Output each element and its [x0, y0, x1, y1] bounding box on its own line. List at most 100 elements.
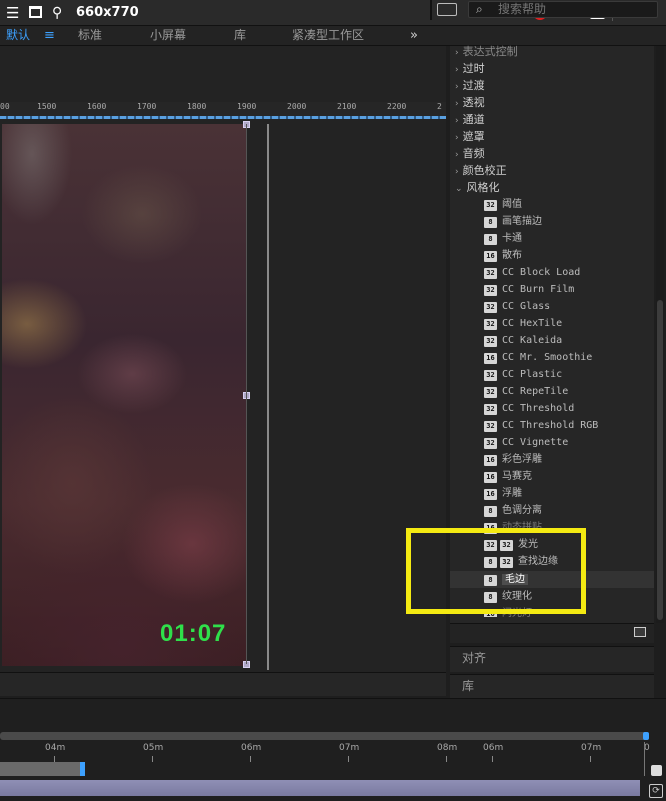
zoom-slider-icon[interactable]	[651, 765, 662, 776]
bit-depth-badge-icon: 16	[484, 251, 497, 262]
chevron-right-icon: ›	[455, 116, 459, 126]
bit-depth-badge-icon: 32	[484, 200, 497, 211]
workspace-bar: 默认 ≡ 标准 小屏幕 库 紧凑型工作区 »	[0, 26, 666, 46]
effect-item[interactable]: 32 CC Glass	[484, 298, 550, 315]
composition-footer	[0, 672, 446, 696]
navigator-end-handle[interactable]	[643, 732, 649, 740]
chevron-right-icon: ›	[455, 65, 459, 75]
effect-item[interactable]: 16 浮雕	[484, 485, 522, 502]
bit-depth-badge-icon: 32	[484, 387, 497, 398]
bit-depth-badge-icon: 32	[484, 370, 497, 381]
bit-depth-badge-icon: 32	[484, 302, 497, 313]
ruler-tick: 1800	[187, 102, 207, 111]
effect-item[interactable]: 32 CC Threshold	[484, 400, 574, 417]
guide-line[interactable]	[267, 124, 269, 670]
bit-depth-badge-icon: 16	[484, 472, 497, 483]
category-transition[interactable]: › 过渡	[455, 77, 485, 94]
time-ruler-label: 08m	[437, 743, 458, 753]
effect-item[interactable]: 32 CC Vignette	[484, 434, 568, 451]
ruler-tick: 1600	[87, 102, 107, 111]
ruler-tick: 2200	[387, 102, 407, 111]
search-icon[interactable]: ⚲	[52, 0, 62, 26]
time-ruler-label: 06m	[241, 743, 262, 753]
effect-item[interactable]: 32 CC Threshold RGB	[484, 417, 598, 434]
layer-duration-bar[interactable]	[0, 780, 640, 796]
search-icon: ⌕	[476, 2, 483, 16]
tab-library[interactable]: 库	[234, 26, 246, 45]
toolbar-divider	[430, 0, 432, 20]
library-panel-header[interactable]	[450, 674, 654, 698]
menu-icon[interactable]: ☰	[6, 0, 19, 26]
tab-compact-workspace[interactable]: 紧凑型工作区	[292, 26, 364, 45]
time-ruler-tick	[492, 756, 493, 762]
chevron-right-icon: ›	[455, 48, 459, 58]
time-ruler-tick	[152, 756, 153, 762]
ruler-tick: 1900	[237, 102, 257, 111]
work-area-end-handle[interactable]	[80, 762, 85, 776]
ruler-tick: 2100	[337, 102, 357, 111]
work-area-bar[interactable]	[0, 762, 84, 776]
effect-item[interactable]: 8 卡通	[484, 230, 522, 247]
effect-item[interactable]: 32 CC HexTile	[484, 315, 562, 332]
category-stylize[interactable]: ⌄ 风格化	[455, 179, 500, 196]
effect-item[interactable]: 8 色调分离	[484, 502, 542, 519]
workspace-menu-icon[interactable]: ≡	[44, 26, 55, 45]
tab-standard[interactable]: 标准	[78, 26, 102, 45]
effect-item[interactable]: 32 CC Block Load	[484, 264, 580, 281]
ruler-tick: 1500	[37, 102, 57, 111]
playhead-line[interactable]	[644, 742, 645, 776]
effect-item[interactable]: 16 CC Mr. Smoothie	[484, 349, 592, 366]
time-ruler-label: 04m	[45, 743, 66, 753]
bit-depth-badge-icon: 32	[484, 421, 497, 432]
category-matte[interactable]: › 遮罩	[455, 128, 485, 145]
category-obsolete[interactable]: › 过时	[455, 60, 485, 77]
chevron-right-icon: ›	[455, 99, 459, 109]
category-audio[interactable]: › 音频	[455, 145, 485, 162]
bit-depth-badge-icon: 16	[484, 353, 497, 364]
ruler-tick: 2	[437, 102, 442, 111]
annotation-highlight	[406, 528, 586, 614]
effect-item[interactable]: 32 CC Kaleida	[484, 332, 562, 349]
library-panel-title: 库	[462, 679, 475, 693]
window-icon[interactable]	[29, 6, 42, 18]
composition-canvas[interactable]	[2, 124, 247, 666]
category-expression-controls[interactable]: › 表达式控制	[455, 43, 518, 60]
effect-item[interactable]: 8 画笔描边	[484, 213, 542, 230]
time-ruler-label: 07m	[581, 743, 602, 753]
ruler-tick: 2000	[287, 102, 307, 111]
effect-item[interactable]: 32 CC Plastic	[484, 366, 562, 383]
bit-depth-badge-icon: 32	[484, 438, 497, 449]
category-channel[interactable]: › 通道	[455, 111, 485, 128]
bit-depth-badge-icon: 16	[484, 489, 497, 500]
workspace-layout-icon[interactable]	[437, 3, 457, 16]
ruler-tick: 1700	[137, 102, 157, 111]
category-perspective[interactable]: › 透视	[455, 94, 485, 111]
effect-item[interactable]: 16 散布	[484, 247, 522, 264]
chevron-right-icon: ›	[455, 82, 459, 92]
toggle-panel-icon[interactable]: ⟳	[649, 784, 663, 798]
new-folder-icon[interactable]	[634, 627, 646, 637]
chevron-right-icon: ›	[455, 150, 459, 160]
effect-item[interactable]: 32 CC RepeTile	[484, 383, 568, 400]
search-help-input[interactable]	[498, 0, 648, 19]
more-workspaces-icon[interactable]: »	[410, 26, 418, 45]
effects-footer	[450, 623, 654, 643]
bit-depth-badge-icon: 16	[484, 455, 497, 466]
tab-small-screen[interactable]: 小屏幕	[150, 26, 186, 45]
time-ruler-label: 07m	[339, 743, 360, 753]
capture-size-label: 660x770	[76, 5, 139, 20]
align-panel-title: 对齐	[462, 651, 487, 665]
ruler-scale	[0, 116, 446, 119]
bit-depth-badge-icon: 32	[484, 319, 497, 330]
tab-default[interactable]: 默认	[6, 26, 30, 45]
time-ruler-label: 06m	[483, 743, 504, 753]
category-color-correction[interactable]: › 颜色校正	[455, 162, 507, 179]
effect-item[interactable]: 32 CC Burn Film	[484, 281, 574, 298]
timeline-navigator-bar[interactable]	[0, 732, 648, 740]
effects-scroll-thumb[interactable]	[657, 300, 663, 620]
chevron-right-icon: ›	[455, 133, 459, 143]
layer-bound	[246, 124, 247, 664]
effect-item[interactable]: 16 彩色浮雕	[484, 451, 542, 468]
effect-item[interactable]: 32 阈值	[484, 196, 522, 213]
effect-item[interactable]: 16 马赛克	[484, 468, 532, 485]
